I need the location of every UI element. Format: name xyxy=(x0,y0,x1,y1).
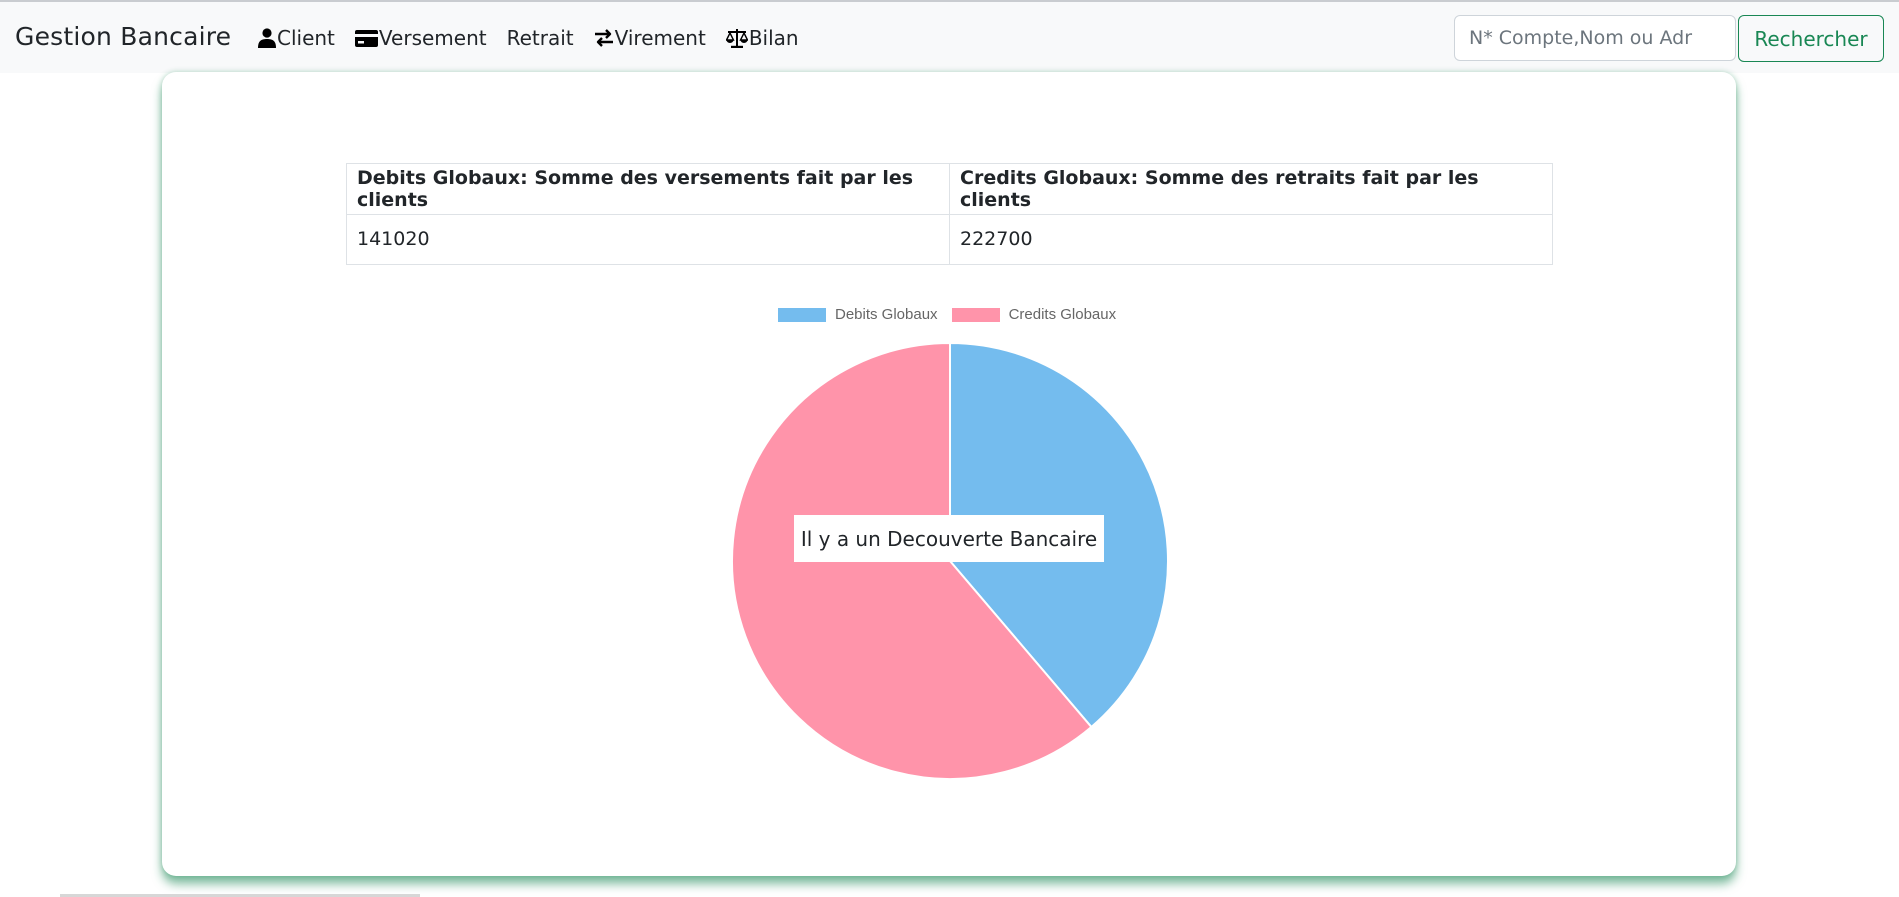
nav-virement-label: Virement xyxy=(614,26,706,50)
user-icon xyxy=(258,28,276,48)
nav-retrait[interactable]: Retrait xyxy=(507,26,574,50)
search-input[interactable] xyxy=(1454,15,1736,61)
brand-title[interactable]: Gestion Bancaire xyxy=(15,22,231,51)
debits-header: Debits Globaux: Somme des versements fai… xyxy=(346,163,950,215)
summary-table: Debits Globaux: Somme des versements fai… xyxy=(346,163,1553,265)
legend-item-debits[interactable]: Debits Globaux xyxy=(778,306,938,323)
nav-bilan-label: Bilan xyxy=(748,26,799,50)
credit-card-icon xyxy=(354,29,378,47)
nav-client[interactable]: Client xyxy=(258,26,335,50)
search-button[interactable]: Rechercher xyxy=(1738,15,1884,62)
navbar: Gestion Bancaire Client Versement Retrai… xyxy=(0,2,1899,73)
legend-swatch-credits xyxy=(951,307,1000,322)
transfer-arrows-icon xyxy=(594,29,613,47)
nav-versement-label: Versement xyxy=(378,26,487,50)
table-header-row: Debits Globaux: Somme des versements fai… xyxy=(346,163,1553,215)
nav-versement[interactable]: Versement xyxy=(354,26,487,50)
overdraft-message: Il y a un Decouverte Bancaire xyxy=(794,515,1104,562)
legend-item-credits[interactable]: Credits Globaux xyxy=(951,306,1117,323)
legend-label-credits: Credits Globaux xyxy=(1008,306,1117,323)
chart-legend: Debits Globaux Credits Globaux xyxy=(778,306,1130,323)
table-row: 141020 222700 xyxy=(346,213,1553,265)
nav-virement[interactable]: Virement xyxy=(594,26,706,50)
debits-value: 141020 xyxy=(346,213,950,265)
legend-swatch-debits xyxy=(778,307,826,322)
legend-label-debits: Debits Globaux xyxy=(835,306,938,323)
nav-client-label: Client xyxy=(277,26,335,50)
nav-retrait-label: Retrait xyxy=(506,26,574,50)
balance-scale-icon xyxy=(725,29,748,48)
credits-value: 222700 xyxy=(949,213,1553,265)
nav-links: Client Versement Retrait Virement Bilan xyxy=(258,26,819,50)
credits-header: Credits Globaux: Somme des retraits fait… xyxy=(949,163,1553,215)
nav-bilan[interactable]: Bilan xyxy=(725,26,799,50)
